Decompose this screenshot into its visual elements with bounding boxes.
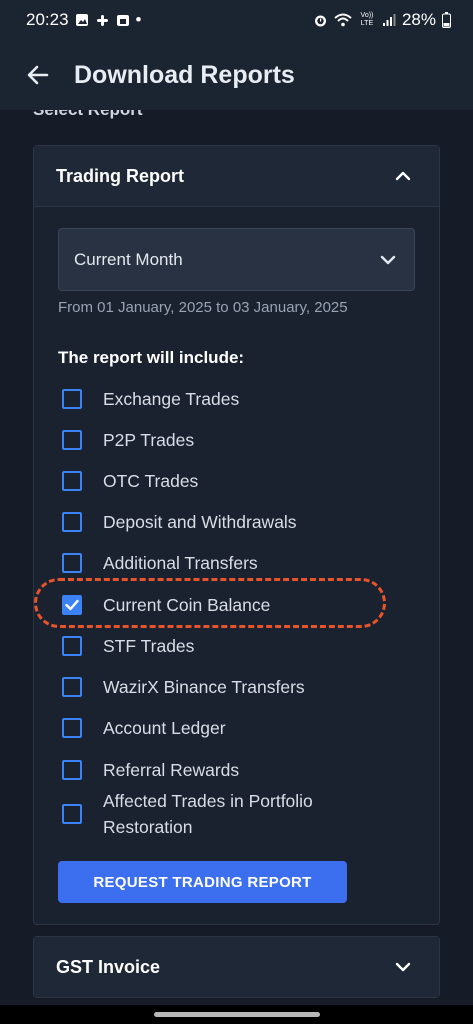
option-otc-trades[interactable]: OTC Trades: [62, 468, 198, 494]
checkbox[interactable]: [62, 804, 82, 824]
option-label: P2P Trades: [103, 430, 195, 450]
option-label-line2: Restoration: [103, 817, 193, 837]
status-dot: •: [135, 10, 142, 29]
arrow-left-icon: [27, 65, 49, 85]
option-account-ledger[interactable]: Account Ledger: [62, 715, 226, 741]
option-stf-trades[interactable]: STF Trades: [62, 633, 194, 659]
option-referral-rewards[interactable]: Referral Rewards: [62, 757, 239, 783]
report-content[interactable]: Select Report Trading Report Current Mon…: [0, 110, 473, 1005]
option-deposit-withdrawals[interactable]: Deposit and Withdrawals: [62, 509, 297, 535]
request-trading-report-button[interactable]: REQUEST TRADING REPORT: [58, 861, 347, 903]
gst-invoice-title: GST Invoice: [56, 956, 161, 977]
gst-invoice-card: GST Invoice: [33, 936, 440, 998]
option-current-coin-balance[interactable]: Current Coin Balance: [62, 592, 270, 618]
gst-invoice-header[interactable]: GST Invoice: [34, 937, 439, 997]
option-label: WazirX Binance Transfers: [103, 677, 305, 697]
signal-icon: [382, 13, 396, 27]
option-label: OTC Trades: [103, 471, 199, 491]
option-label-line1: Affected Trades in Portfolio: [103, 791, 313, 811]
chevron-down-icon: [378, 250, 398, 270]
battery-percent: 28%: [401, 10, 436, 29]
option-label: Additional Transfers: [103, 553, 258, 573]
slack-icon: [95, 13, 110, 28]
checkbox[interactable]: [62, 677, 82, 697]
option-label: Account Ledger: [103, 718, 226, 738]
option-wazirx-binance-transfers[interactable]: WazirX Binance Transfers: [62, 674, 305, 700]
alarm-icon: [313, 13, 328, 28]
option-label: Affected Trades in Portfolio Restoration: [103, 788, 313, 840]
calendar-icon: [116, 13, 130, 27]
checkbox[interactable]: [62, 718, 82, 738]
section-label: Select Report: [33, 110, 143, 120]
trading-report-header[interactable]: Trading Report: [34, 146, 439, 207]
back-button[interactable]: [18, 55, 58, 95]
option-label: Referral Rewards: [103, 760, 240, 780]
include-heading: The report will include:: [58, 348, 245, 367]
image-icon: [75, 13, 89, 27]
checkbox[interactable]: [62, 636, 82, 656]
home-indicator[interactable]: [154, 1012, 320, 1017]
network-label: Vo)) LTE: [360, 12, 374, 27]
checkbox[interactable]: [62, 389, 82, 409]
app-bar: Download Reports: [0, 40, 473, 110]
period-dropdown-value: Current Month: [74, 249, 183, 269]
chevron-down-icon: [393, 957, 413, 977]
navigation-bar: [0, 1005, 473, 1024]
battery-icon: [442, 12, 451, 28]
trading-report-title: Trading Report: [56, 165, 185, 186]
option-p2p-trades[interactable]: P2P Trades: [62, 427, 194, 453]
checkmark-icon: [65, 599, 79, 611]
status-right: Vo)) LTE 28%: [313, 10, 451, 30]
status-left: 20:23 •: [26, 10, 142, 30]
option-label: Exchange Trades: [103, 389, 240, 409]
option-label: STF Trades: [103, 636, 195, 656]
page-title: Download Reports: [74, 60, 295, 89]
checkbox[interactable]: [62, 430, 82, 450]
checkbox[interactable]: [62, 512, 82, 532]
trading-report-card: Trading Report Current Month From 01 Jan…: [33, 145, 440, 925]
checkbox[interactable]: [62, 471, 82, 491]
checkbox[interactable]: [62, 760, 82, 780]
status-bar: 20:23 • Vo)) LTE 28%: [0, 0, 473, 40]
period-dropdown[interactable]: Current Month: [58, 228, 415, 291]
wifi-icon: [334, 13, 352, 27]
chevron-up-icon: [393, 166, 413, 186]
option-label: Deposit and Withdrawals: [103, 512, 297, 532]
option-exchange-trades[interactable]: Exchange Trades: [62, 386, 239, 412]
checkbox-checked[interactable]: [62, 595, 82, 615]
status-time: 20:23: [26, 10, 69, 29]
option-label: Current Coin Balance: [103, 595, 271, 615]
checkbox[interactable]: [62, 553, 82, 573]
option-affected-trades-portfolio-restoration[interactable]: Affected Trades in Portfolio Restoration: [62, 788, 313, 840]
date-range-text: From 01 January, 2025 to 03 January, 202…: [58, 299, 348, 316]
option-additional-transfers[interactable]: Additional Transfers: [62, 550, 258, 576]
